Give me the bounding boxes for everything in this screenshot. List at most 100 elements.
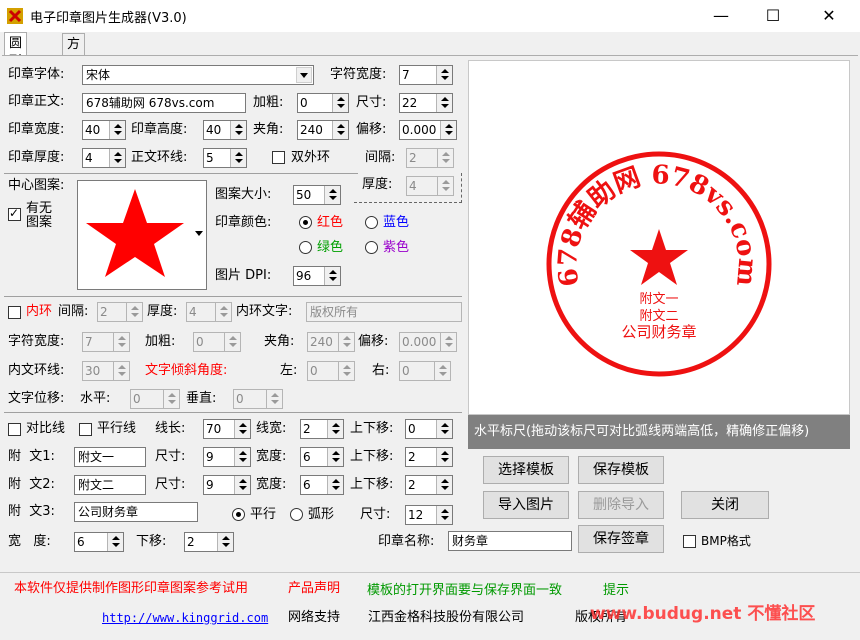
thickness-spinner[interactable]: 4: [82, 148, 126, 168]
spinner-arrows-icon[interactable]: [224, 333, 240, 351]
spinner-arrows-icon[interactable]: [230, 149, 246, 167]
spinner-arrows-icon[interactable]: [338, 362, 354, 380]
inner-char-width-spinner[interactable]: 7: [82, 332, 130, 352]
char-width-spinner[interactable]: 7: [399, 65, 453, 85]
inner-text-input[interactable]: 版权所有: [306, 302, 462, 322]
extra3-size-spinner[interactable]: 12: [405, 505, 453, 525]
spinner-arrows-icon[interactable]: [440, 333, 456, 351]
spinner-arrows-icon[interactable]: [266, 390, 282, 408]
extra2-width-spinner[interactable]: 6: [300, 475, 344, 495]
pattern-picker[interactable]: [77, 180, 207, 290]
website-link[interactable]: http://www.kinggrid.com: [102, 609, 268, 627]
spinner-arrows-icon[interactable]: [338, 333, 354, 351]
bold-spinner[interactable]: 0: [297, 93, 349, 113]
pattern-dropdown-icon[interactable]: [195, 231, 203, 236]
spinner-arrows-icon[interactable]: [434, 362, 450, 380]
close-button[interactable]: 关闭: [681, 491, 769, 519]
size-spinner[interactable]: 22: [399, 93, 453, 113]
spinner-arrows-icon[interactable]: [113, 362, 129, 380]
spinner-arrows-icon[interactable]: [234, 476, 250, 494]
seal-height-spinner[interactable]: 40: [203, 120, 247, 140]
save-template-button[interactable]: 保存模板: [578, 456, 664, 484]
minimize-button[interactable]: —: [698, 0, 744, 32]
select-template-button[interactable]: 选择模板: [483, 456, 569, 484]
color-purple-radio[interactable]: [365, 241, 378, 254]
spinner-arrows-icon[interactable]: [327, 420, 343, 438]
spinner-arrows-icon[interactable]: [215, 303, 231, 321]
maximize-button[interactable]: ☐: [750, 0, 796, 32]
contrast-line-checkbox[interactable]: [8, 423, 21, 436]
inner-bold-spinner[interactable]: 0: [193, 332, 241, 352]
line-shift-spinner[interactable]: 0: [405, 419, 453, 439]
spinner-arrows-icon[interactable]: [437, 149, 453, 167]
spinner-arrows-icon[interactable]: [324, 186, 340, 204]
save-seal-button[interactable]: 保存签章: [578, 525, 664, 553]
extra1-input[interactable]: 附文一: [74, 447, 146, 467]
has-pattern-checkbox[interactable]: [8, 206, 21, 221]
spinner-arrows-icon[interactable]: [107, 533, 123, 551]
color-blue-radio[interactable]: [365, 216, 378, 229]
pattern-size-spinner[interactable]: 50: [293, 185, 341, 205]
inner-angle-spinner[interactable]: 240: [307, 332, 355, 352]
angle-spinner[interactable]: 240: [297, 120, 349, 140]
extra1-width-spinner[interactable]: 6: [300, 447, 344, 467]
spinner-arrows-icon[interactable]: [436, 506, 452, 524]
down-spinner[interactable]: 2: [184, 532, 234, 552]
extra3-arc-radio[interactable]: [290, 508, 303, 521]
chevron-down-icon[interactable]: [296, 67, 312, 83]
left-spinner[interactable]: 0: [307, 361, 355, 381]
line-length-spinner[interactable]: 70: [203, 419, 251, 439]
extra1-size-spinner[interactable]: 9: [203, 447, 251, 467]
spinner-arrows-icon[interactable]: [440, 121, 456, 139]
seal-width-spinner[interactable]: 40: [82, 120, 126, 140]
gap-spinner[interactable]: 2: [406, 148, 454, 168]
inner-thickness-spinner[interactable]: 4: [186, 302, 232, 322]
tab-square-seal[interactable]: 方形章: [62, 33, 86, 88]
dpi-spinner[interactable]: 96: [293, 266, 341, 286]
horizontal-spinner[interactable]: 0: [130, 389, 180, 409]
import-image-button[interactable]: 导入图片: [483, 491, 569, 519]
inner-gap-spinner[interactable]: 2: [97, 302, 143, 322]
spinner-arrows-icon[interactable]: [327, 476, 343, 494]
color-green-radio[interactable]: [299, 241, 312, 254]
inner-offset-spinner[interactable]: 0.000: [399, 332, 457, 352]
spinner-arrows-icon[interactable]: [332, 94, 348, 112]
font-select[interactable]: 宋体: [82, 65, 314, 85]
parallel-line-checkbox[interactable]: [79, 423, 92, 436]
spinner-arrows-icon[interactable]: [436, 94, 452, 112]
extra2-input[interactable]: 附文二: [74, 475, 146, 495]
spinner-arrows-icon[interactable]: [436, 420, 452, 438]
seal-name-input[interactable]: 财务章: [448, 531, 572, 551]
extra3-input[interactable]: 公司财务章: [74, 502, 198, 522]
ring-spinner[interactable]: 5: [203, 148, 247, 168]
spinner-arrows-icon[interactable]: [217, 533, 233, 551]
spinner-arrows-icon[interactable]: [436, 448, 452, 466]
width2-spinner[interactable]: 6: [74, 532, 124, 552]
spinner-arrows-icon[interactable]: [436, 476, 452, 494]
spinner-arrows-icon[interactable]: [327, 448, 343, 466]
extra2-size-spinner[interactable]: 9: [203, 475, 251, 495]
spinner-arrows-icon[interactable]: [324, 267, 340, 285]
body-text-input[interactable]: 678辅助网 678vs.com: [82, 93, 246, 113]
right-spinner[interactable]: 0: [399, 361, 451, 381]
spinner-arrows-icon[interactable]: [234, 448, 250, 466]
spinner-arrows-icon[interactable]: [436, 66, 452, 84]
color-red-radio[interactable]: [299, 216, 312, 229]
inner-ring-checkbox[interactable]: [8, 306, 21, 319]
extra1-shift-spinner[interactable]: 2: [405, 447, 453, 467]
inner-ring-line-spinner[interactable]: 30: [82, 361, 130, 381]
spinner-arrows-icon[interactable]: [234, 420, 250, 438]
spinner-arrows-icon[interactable]: [109, 121, 125, 139]
bmp-format-checkbox[interactable]: [683, 535, 696, 548]
delete-import-button[interactable]: 删除导入: [578, 491, 664, 519]
vertical-spinner[interactable]: 0: [233, 389, 283, 409]
extra3-flat-radio[interactable]: [232, 508, 245, 521]
horizontal-ruler[interactable]: 水平标尺(拖动该标尺可对比弧线两端高低，精确修正偏移): [468, 415, 850, 449]
spinner-arrows-icon[interactable]: [126, 303, 142, 321]
offset-spinner[interactable]: 0.000: [399, 120, 457, 140]
spinner-arrows-icon[interactable]: [163, 390, 179, 408]
close-window-button[interactable]: ✕: [806, 0, 852, 32]
extra2-shift-spinner[interactable]: 2: [405, 475, 453, 495]
spinner-arrows-icon[interactable]: [230, 121, 246, 139]
product-statement-link[interactable]: 产品声明: [288, 580, 340, 598]
